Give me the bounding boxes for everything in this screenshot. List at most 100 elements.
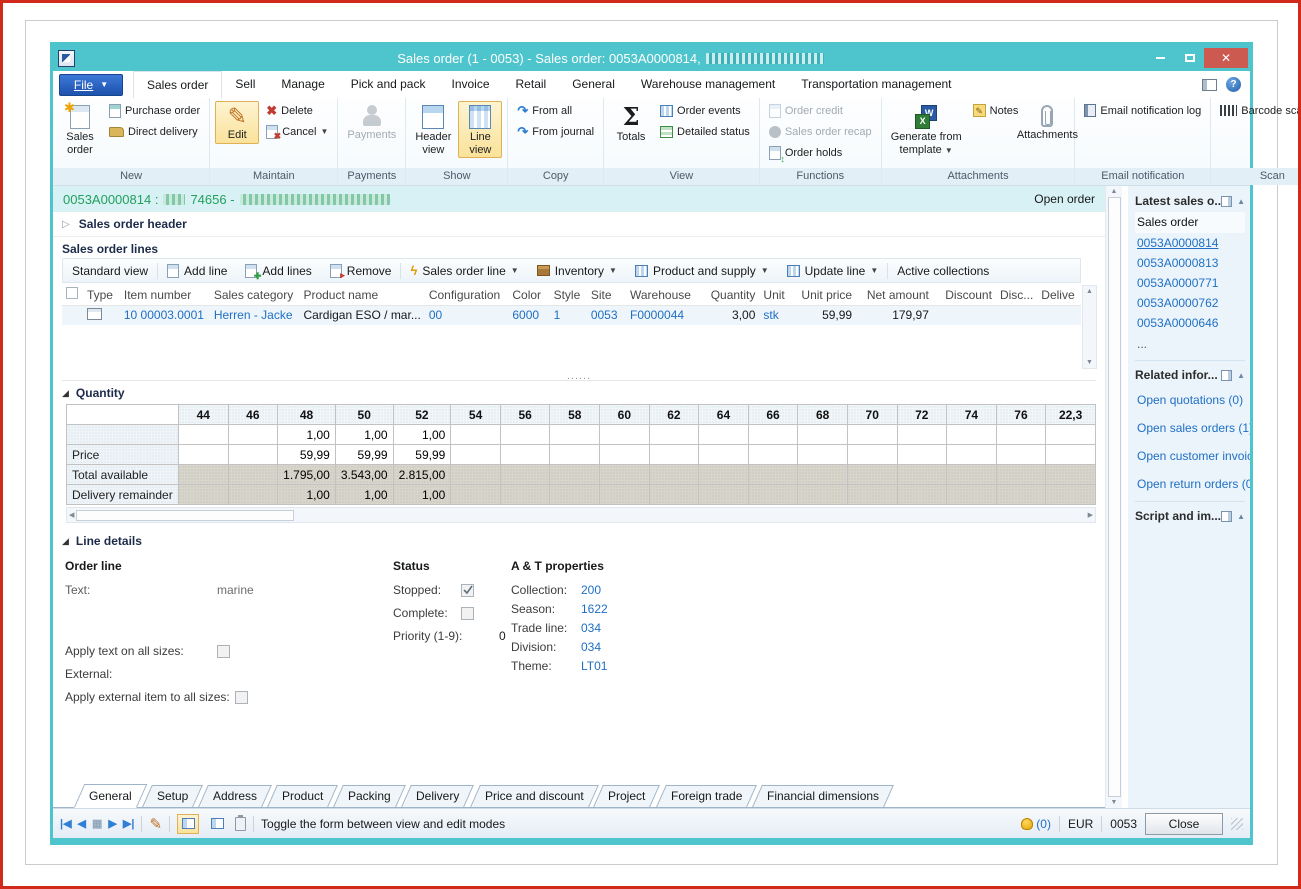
matrix-cell[interactable]: 1,00 — [278, 485, 336, 505]
currency-indicator[interactable]: EUR — [1068, 817, 1093, 831]
matrix-cell[interactable] — [649, 465, 699, 485]
detailed-status-button[interactable]: Detailed status — [656, 122, 754, 141]
matrix-cell[interactable] — [550, 445, 600, 465]
matrix-cell[interactable] — [649, 445, 699, 465]
grid-scrollbar[interactable]: ▲ ▼ — [1082, 285, 1097, 369]
line-details-tab[interactable]: Setup — [142, 785, 203, 807]
matrix-cell[interactable] — [600, 445, 650, 465]
grid-column-header[interactable]: Configuration — [425, 285, 509, 305]
add-line-button[interactable]: Add line — [158, 259, 236, 282]
at-property-value[interactable]: LT01 — [581, 659, 607, 673]
collapse-chevron-icon[interactable]: ▲ — [1237, 371, 1245, 380]
add-lines-button[interactable]: ✚Add lines — [236, 259, 320, 282]
main-vertical-scrollbar[interactable]: ▲ ▼ — [1105, 186, 1122, 808]
collapse-chevron-icon[interactable]: ▲ — [1237, 197, 1245, 206]
matrix-cell[interactable]: 59,99 — [335, 445, 393, 465]
fact-panel-link[interactable]: Open sales orders (1) — [1135, 414, 1245, 442]
fact-panel-link[interactable]: Open customer invoices — [1135, 442, 1245, 470]
matrix-cell[interactable] — [1046, 465, 1096, 485]
matrix-cell[interactable] — [600, 485, 650, 505]
view-mode-toggle-active[interactable] — [177, 814, 199, 834]
next-record-icon[interactable]: ▶ — [108, 817, 116, 830]
sales-order-header-section[interactable]: ▷ Sales order header — [53, 212, 1105, 237]
attachments-button[interactable]: Attachments — [1025, 101, 1069, 144]
main-scroll-down-icon[interactable]: ▼ — [1111, 799, 1118, 806]
fact-panel-link[interactable]: 0053A0000762 — [1135, 293, 1245, 313]
line-details-tab[interactable]: Foreign trade — [656, 785, 757, 807]
matrix-cell[interactable] — [897, 425, 947, 445]
grid-data-row[interactable]: 10 00003.0001Herren - JackeCardigan ESO … — [62, 305, 1081, 325]
matrix-cell[interactable] — [600, 425, 650, 445]
matrix-cell[interactable] — [500, 445, 550, 465]
matrix-cell[interactable] — [178, 445, 228, 465]
grid-column-header[interactable]: Unit — [759, 285, 792, 305]
grid-column-header[interactable]: Sales category — [210, 285, 300, 305]
barcode-scanner-button[interactable]: Barcode scanner — [1216, 101, 1301, 120]
matrix-cell[interactable] — [178, 425, 228, 445]
matrix-cell[interactable] — [1046, 445, 1096, 465]
ribbon-tab[interactable]: Transportation management — [788, 71, 964, 98]
matrix-cell[interactable] — [600, 465, 650, 485]
grid-cell[interactable]: Cardigan ESO / mar... — [299, 305, 424, 325]
grid-column-header[interactable]: Disc... — [996, 285, 1037, 305]
select-all-checkbox[interactable] — [66, 287, 78, 299]
matrix-cell[interactable] — [996, 465, 1046, 485]
apply-external-checkbox[interactable] — [235, 691, 248, 704]
scroll-right-icon[interactable]: ▶ — [1088, 512, 1093, 519]
line-view-button[interactable]: Line view — [458, 101, 502, 158]
direct-delivery-button[interactable]: Direct delivery — [105, 122, 204, 141]
standard-view-button[interactable]: Standard view — [63, 259, 157, 282]
maximize-button[interactable] — [1175, 48, 1204, 68]
matrix-cell[interactable] — [699, 425, 749, 445]
matrix-cell[interactable] — [748, 425, 798, 445]
grid-column-header[interactable]: Site — [587, 285, 626, 305]
grid-cell[interactable]: F0000044 — [626, 305, 698, 325]
matrix-cell[interactable] — [847, 445, 897, 465]
ribbon-tab[interactable]: Warehouse management — [628, 71, 788, 98]
file-menu-button[interactable]: File ▼ — [59, 74, 123, 96]
popout-icon[interactable] — [1221, 196, 1232, 207]
matrix-cell[interactable] — [847, 425, 897, 445]
matrix-horizontal-scrollbar[interactable]: ◀ ▶ — [66, 507, 1096, 523]
matrix-cell[interactable] — [1046, 425, 1096, 445]
purchase-order-button[interactable]: Purchase order — [105, 101, 204, 120]
matrix-cell[interactable] — [500, 485, 550, 505]
cancel-button[interactable]: ✖ Cancel ▼ — [262, 122, 332, 141]
matrix-cell[interactable] — [228, 445, 278, 465]
previous-record-icon[interactable]: ◀ — [78, 817, 86, 830]
edit-button[interactable]: ✎ Edit — [215, 101, 259, 144]
section-splitter[interactable]: ...... — [53, 371, 1105, 380]
grid-column-header[interactable]: Discount — [933, 285, 996, 305]
apply-text-checkbox[interactable] — [217, 645, 230, 658]
matrix-cell[interactable] — [798, 485, 848, 505]
line-details-tab[interactable]: Financial dimensions — [752, 785, 894, 807]
matrix-cell[interactable] — [451, 425, 501, 445]
matrix-cell[interactable] — [649, 485, 699, 505]
matrix-cell[interactable]: 1.795,00 — [278, 465, 336, 485]
line-details-tab[interactable]: Product — [267, 785, 338, 807]
script-header[interactable]: Script and im... ▲ — [1135, 506, 1245, 527]
line-details-tab[interactable]: Packing — [334, 785, 406, 807]
matrix-cell[interactable]: 1,00 — [393, 485, 451, 505]
grid-column-header[interactable]: Item number — [120, 285, 210, 305]
matrix-cell[interactable] — [649, 425, 699, 445]
related-information-header[interactable]: Related infor... ▲ — [1135, 365, 1245, 386]
matrix-cell[interactable] — [748, 445, 798, 465]
row-select-cell[interactable] — [62, 305, 83, 325]
matrix-cell[interactable] — [228, 425, 278, 445]
update-line-menu[interactable]: Update line▼ — [778, 259, 888, 282]
stopped-checkbox[interactable] — [461, 584, 474, 597]
more-link[interactable]: ... — [1135, 333, 1245, 357]
generate-from-template-button[interactable]: Generate from template ▼ — [887, 101, 966, 158]
fact-panel-link[interactable]: 0053A0000771 — [1135, 273, 1245, 293]
matrix-cell[interactable] — [847, 465, 897, 485]
email-notification-log-button[interactable]: Email notification log — [1080, 101, 1205, 120]
matrix-cell[interactable]: 1,00 — [335, 425, 393, 445]
ribbon-tab[interactable]: Pick and pack — [338, 71, 439, 98]
grid-cell[interactable]: 1 — [550, 305, 587, 325]
matrix-cell[interactable] — [550, 485, 600, 505]
grid-cell[interactable]: 59,99 — [792, 305, 856, 325]
row-type-cell[interactable] — [83, 305, 120, 325]
line-details-tab[interactable]: Project — [593, 785, 660, 807]
line-details-tab[interactable]: General — [74, 784, 147, 808]
